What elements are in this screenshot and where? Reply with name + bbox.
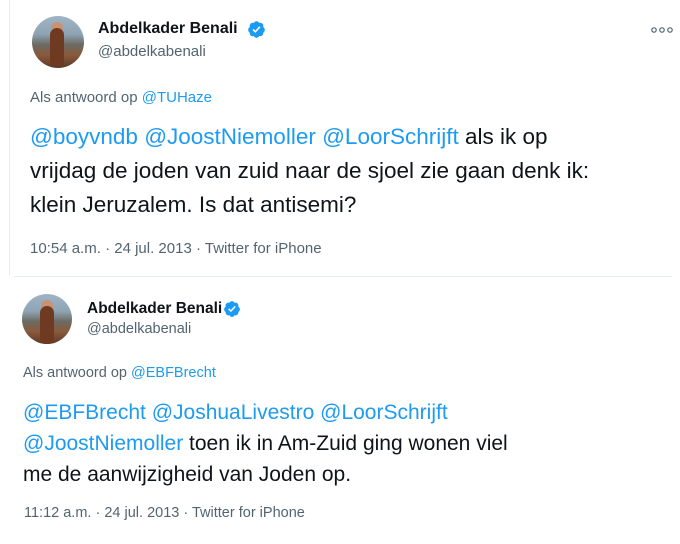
tweet-text-line: me de aanwijzigheid van Joden op.	[23, 459, 508, 490]
tweet-1[interactable]: Abdelkader Benali @abdelkabenali Als ant…	[0, 0, 680, 276]
separator: ·	[195, 240, 201, 257]
tweet-meta: 11:12 a.m. · 24 jul. 2013 · Twitter for …	[24, 505, 305, 521]
author-handle[interactable]: @abdelkabenali	[98, 43, 206, 60]
tweet-text-segment: klein Jeruzalem. Is dat antisemi?	[30, 192, 357, 217]
separator: ·	[105, 240, 111, 257]
mention-link[interactable]: @JoostNiemoller	[23, 432, 183, 455]
mention-link[interactable]: @boyvndb	[30, 124, 138, 149]
thread-line	[9, 0, 10, 275]
tweet-text-line: vrijdag de joden van zuid naar de sjoel …	[30, 154, 589, 188]
author-name[interactable]: Abdelkader Benali	[87, 300, 222, 318]
tweet-meta: 10:54 a.m. · 24 jul. 2013 · Twitter for …	[30, 240, 322, 257]
tweet-2[interactable]: Abdelkader Benali @abdelkabenali Als ant…	[0, 277, 680, 544]
tweet-text-segment: vrijdag de joden van zuid naar de sjoel …	[30, 158, 590, 183]
reply-context: Als antwoord op @EBFBrecht	[23, 365, 216, 381]
separator: ·	[95, 505, 101, 521]
tweet-source[interactable]: Twitter for iPhone	[205, 240, 322, 257]
tweet-text-segment: toen ik in Am-Zuid ging wonen viel	[183, 432, 508, 455]
mention-link[interactable]: @LoorSchrijft	[320, 401, 448, 424]
tweet-date[interactable]: 24 jul. 2013	[114, 240, 192, 257]
tweet-text-line: @EBFBrecht @JoshuaLivestro @LoorSchrijft	[23, 397, 508, 428]
mention-link[interactable]: @JoostNiemoller	[144, 124, 316, 149]
tweet-time[interactable]: 10:54 a.m.	[30, 240, 101, 257]
reply-context: Als antwoord op @TUHaze	[30, 89, 212, 106]
more-options-icon[interactable]	[651, 25, 673, 35]
avatar[interactable]	[22, 294, 72, 344]
tweet-date[interactable]: 24 jul. 2013	[104, 505, 179, 521]
reply-prefix: Als antwoord op	[23, 365, 127, 381]
mention-link[interactable]: @JoshuaLivestro	[152, 401, 315, 424]
tweet-text-line: klein Jeruzalem. Is dat antisemi?	[30, 188, 589, 222]
verified-badge-icon	[224, 301, 240, 317]
reply-to-link[interactable]: @TUHaze	[142, 89, 212, 106]
mention-link[interactable]: @LoorSchrijft	[322, 124, 459, 149]
mention-link[interactable]: @EBFBrecht	[23, 401, 146, 424]
tweet-text-segment: als ik op	[458, 124, 548, 149]
tweet-time[interactable]: 11:12 a.m.	[24, 505, 91, 521]
reply-to-link[interactable]: @EBFBrecht	[131, 365, 216, 381]
verified-badge-icon	[248, 21, 265, 38]
tweet-source[interactable]: Twitter for iPhone	[192, 505, 305, 521]
avatar[interactable]	[32, 16, 84, 68]
separator: ·	[183, 505, 189, 521]
author-name[interactable]: Abdelkader Benali	[98, 20, 238, 38]
reply-prefix: Als antwoord op	[30, 89, 138, 106]
tweet-text: @boyvndb @JoostNiemoller @LoorSchrijft a…	[30, 120, 589, 222]
tweet-text-line: @JoostNiemoller toen ik in Am-Zuid ging …	[23, 428, 508, 459]
tweet-text: @EBFBrecht @JoshuaLivestro @LoorSchrijft…	[23, 397, 508, 490]
author-handle[interactable]: @abdelkabenali	[87, 321, 191, 337]
tweet-text-line: @boyvndb @JoostNiemoller @LoorSchrijft a…	[30, 120, 589, 154]
tweet-text-segment: me de aanwijzigheid van Joden op.	[23, 463, 352, 486]
